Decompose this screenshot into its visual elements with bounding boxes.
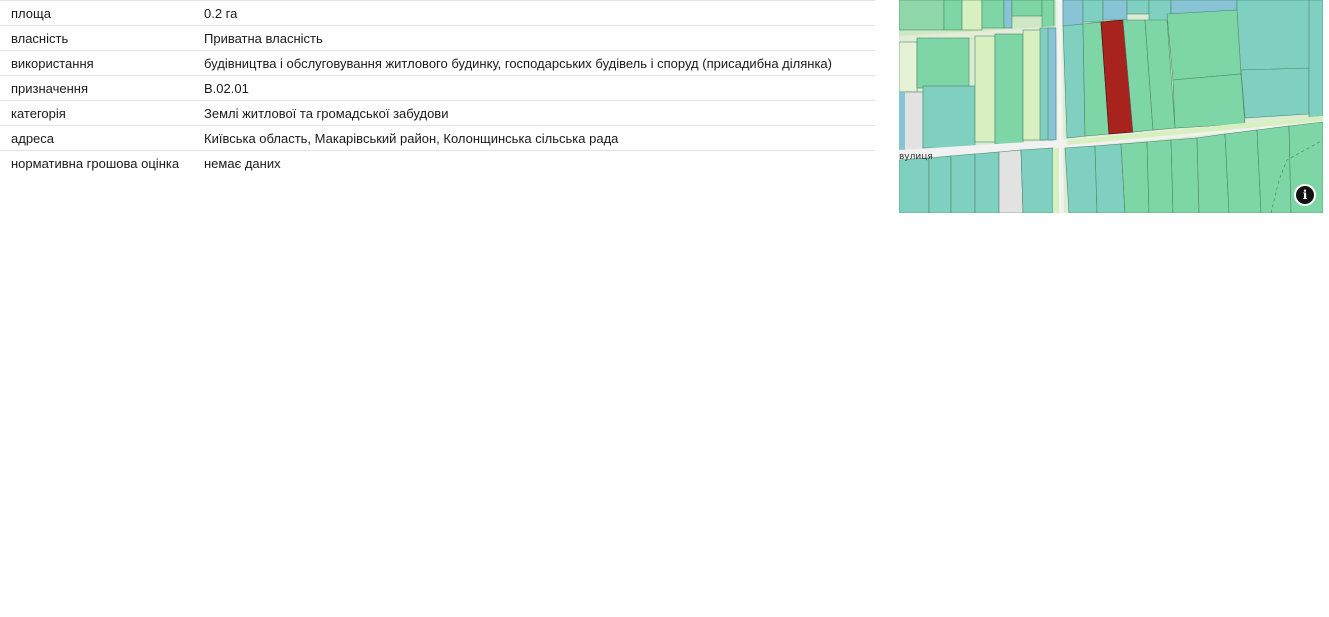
- row-value-category: Землі житлової та громадської забудови: [204, 106, 449, 121]
- info-icon[interactable]: i: [1296, 186, 1314, 204]
- page: площа 0.2 га власність Приватна власніст…: [0, 0, 1329, 617]
- table-row: нормативна грошова оцінка немає даних: [0, 150, 875, 176]
- row-value-ownership: Приватна власність: [204, 31, 323, 46]
- parcel-info-table: площа 0.2 га власність Приватна власніст…: [0, 0, 875, 175]
- map-canvas[interactable]: вулиця: [899, 0, 1323, 213]
- table-row: площа 0.2 га: [0, 0, 875, 26]
- row-value-address: Київська область, Макарівський район, Ко…: [204, 131, 619, 146]
- cadastral-map[interactable]: вулиця i: [899, 0, 1323, 213]
- row-key-usage: використання: [11, 56, 94, 71]
- table-row: використання будівництва і обслуговуванн…: [0, 50, 875, 76]
- row-value-area: 0.2 га: [204, 6, 238, 21]
- table-row: власність Приватна власність: [0, 25, 875, 51]
- table-row: адреса Київська область, Макарівський ра…: [0, 125, 875, 151]
- row-key-category: категорія: [11, 106, 66, 121]
- row-key-valuation: нормативна грошова оцінка: [11, 156, 180, 171]
- table-row: призначення B.02.01: [0, 75, 875, 101]
- row-value-usage: будівництва і обслуговування житлового б…: [204, 56, 832, 71]
- row-key-purpose: призначення: [11, 81, 89, 96]
- row-key-area: площа: [11, 6, 51, 21]
- street-label: вулиця: [899, 152, 933, 162]
- row-value-valuation: немає даних: [204, 156, 281, 171]
- row-value-purpose: B.02.01: [204, 81, 249, 96]
- row-key-address: адреса: [11, 131, 55, 146]
- row-key-ownership: власність: [11, 31, 69, 46]
- table-row: категорія Землі житлової та громадської …: [0, 100, 875, 126]
